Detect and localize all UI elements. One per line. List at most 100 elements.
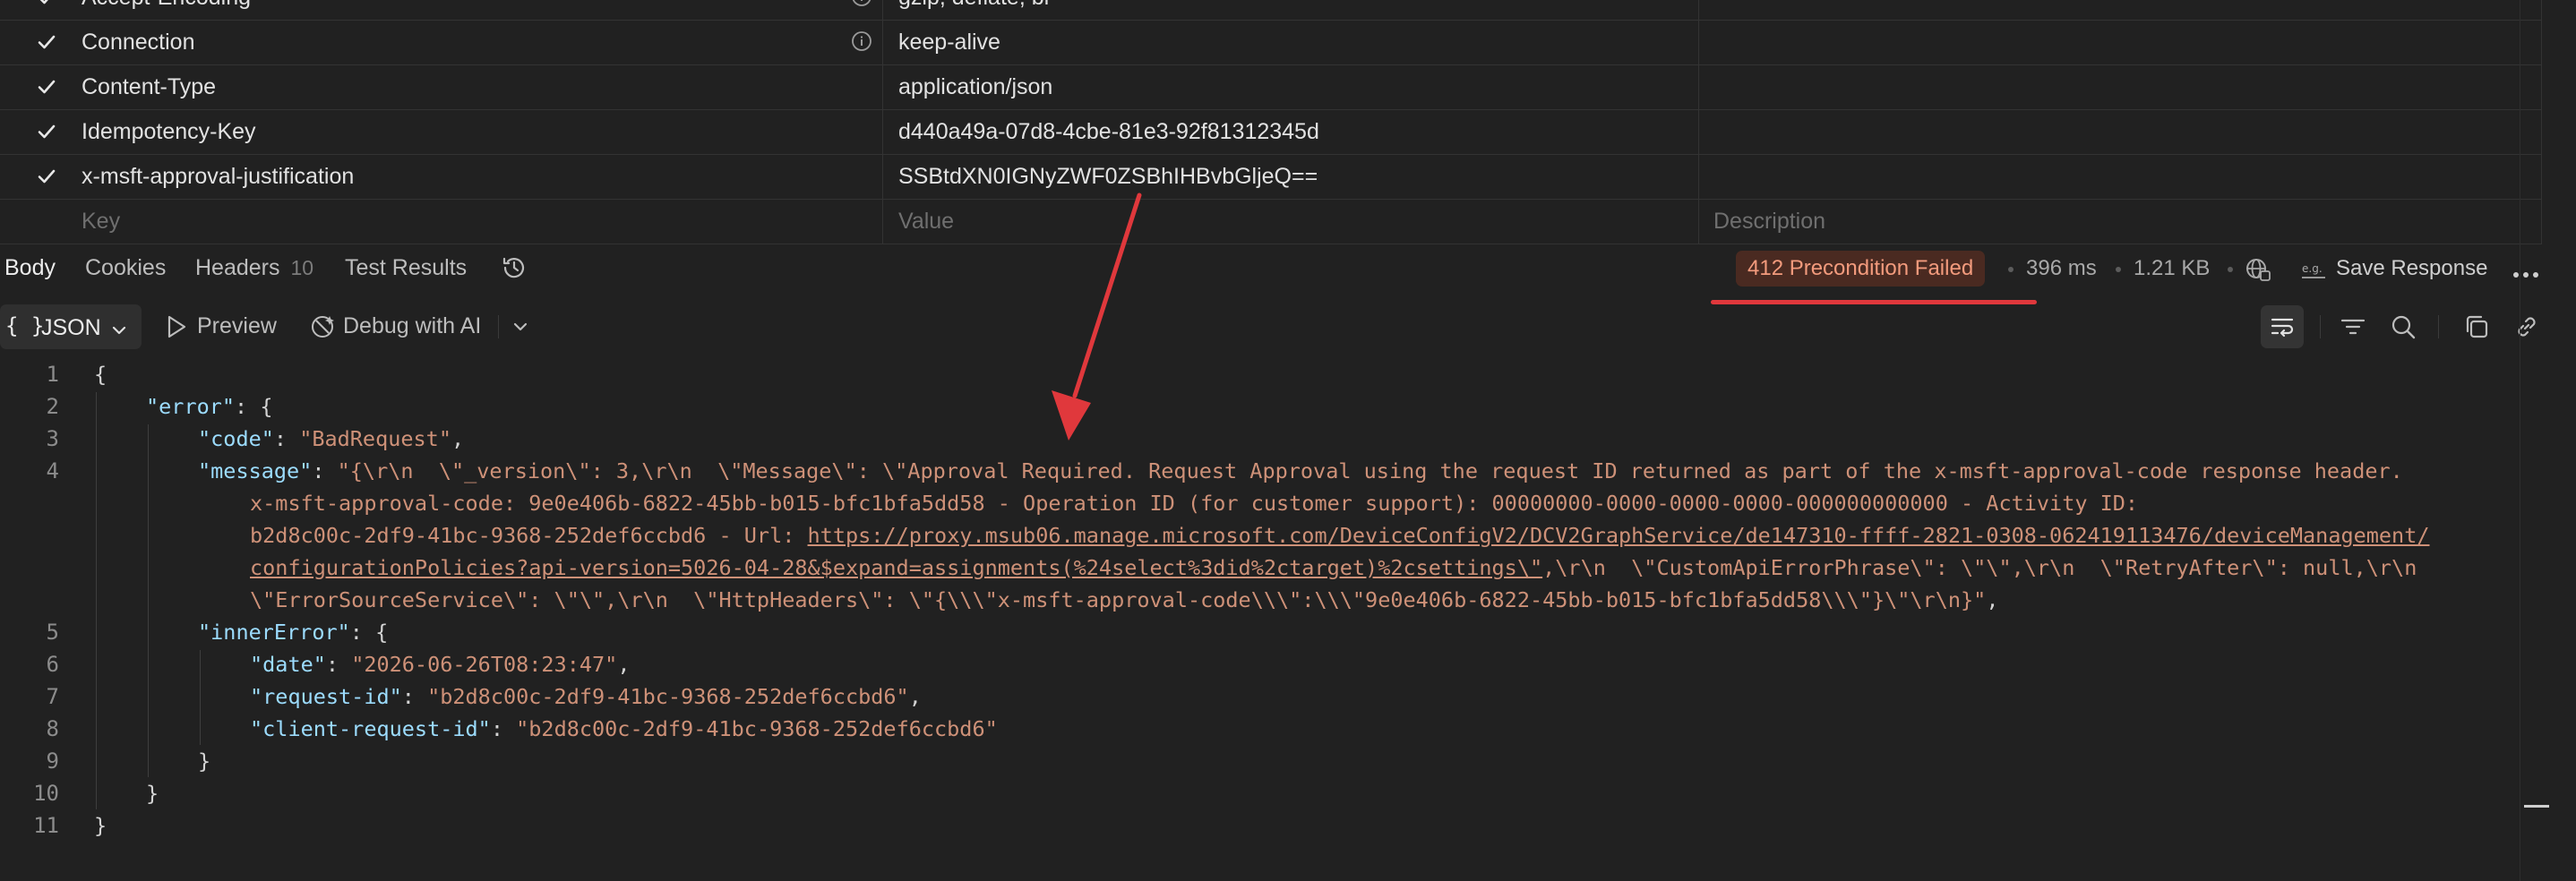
debug-with-ai-button[interactable]: Debug with AI	[343, 313, 481, 339]
tab-headers[interactable]: Headers 10	[195, 255, 313, 281]
json-punct: : {	[349, 620, 389, 645]
column-divider	[882, 0, 883, 244]
json-string: b2d8c00c-2df9-41bc-9368-252def6ccbd6 - U…	[250, 523, 808, 548]
example-icon[interactable]: e.g.	[2301, 260, 2326, 286]
network-globe-icon[interactable]	[2244, 255, 2272, 288]
value-placeholder[interactable]: Value	[898, 209, 954, 235]
code-line-wrapped: b2d8c00c-2df9-41bc-9368-252def6ccbd6 - U…	[250, 523, 2430, 548]
header-value[interactable]: gzip, deflate, br	[898, 0, 1052, 11]
code-line: "error": {	[146, 394, 273, 419]
info-icon[interactable]	[851, 30, 872, 52]
header-value[interactable]: keep-alive	[898, 30, 1000, 56]
checkbox-checked-icon[interactable]	[36, 31, 61, 53]
url-link[interactable]: configurationPolicies?api-version=5026-0…	[250, 555, 1542, 580]
json-string: "b2d8c00c-2df9-41bc-9368-252def6ccbd6"	[516, 716, 998, 741]
code-line-wrapped: \"ErrorSourceService\": \"\",\r\n \"Http…	[250, 587, 1998, 612]
json-punct: : {	[235, 394, 273, 419]
indent-guide	[148, 424, 149, 777]
json-string: "{\r\n \"_version\": 3,\r\n \"Message\":…	[337, 458, 2403, 483]
line-number: 10	[33, 781, 59, 806]
info-icon[interactable]	[851, 0, 872, 7]
checkbox-checked-icon[interactable]	[36, 121, 61, 142]
search-icon[interactable]	[2390, 313, 2417, 345]
response-time[interactable]: 396 ms	[2026, 256, 2097, 281]
chevron-down-icon[interactable]	[512, 319, 528, 339]
debug-ai-icon	[308, 312, 337, 346]
preview-button[interactable]: Preview	[197, 313, 277, 339]
json-key: "code"	[198, 426, 274, 451]
code-line: "date": "2026-06-26T08:23:47",	[250, 652, 630, 677]
json-key: "innerError"	[198, 620, 350, 645]
indent-guide	[200, 650, 201, 745]
tab-body[interactable]: Body	[4, 255, 56, 281]
checkbox-checked-icon[interactable]	[36, 76, 61, 98]
header-key[interactable]: Content-Type	[82, 74, 216, 100]
header-key[interactable]: Accept-Encoding	[82, 0, 251, 11]
json-key: "message"	[198, 458, 313, 483]
checkbox-checked-icon[interactable]	[36, 166, 61, 187]
tab-headers-label: Headers	[195, 255, 280, 280]
header-row[interactable]: Connection keep-alive	[0, 20, 2542, 65]
header-row[interactable]: Accept-Encoding gzip, deflate, br	[0, 0, 2542, 21]
json-punct: :	[401, 684, 428, 709]
json-punct: :	[273, 426, 300, 451]
more-options-icon[interactable]	[2512, 267, 2539, 283]
code-line-wrapped: x-msft-approval-code: 9e0e406b-6822-45bb…	[250, 491, 2138, 516]
line-number: 1	[46, 362, 59, 387]
code-line: "message": "{\r\n \"_version\": 3,\r\n \…	[198, 458, 2403, 483]
json-key: "error"	[146, 394, 236, 419]
tab-test-results[interactable]: Test Results	[345, 255, 467, 281]
filter-icon[interactable]	[2340, 313, 2366, 345]
separator-dot	[2228, 267, 2233, 272]
header-value[interactable]: SSBtdXN0IGNyZWF0ZSBhIHBvbGljeQ==	[898, 164, 1318, 190]
separator-dot	[2008, 267, 2014, 272]
header-row[interactable]: x-msft-approval-justification SSBtdXN0IG…	[0, 154, 2542, 200]
toolbar-divider	[498, 315, 499, 338]
json-key: "client-request-id"	[250, 716, 491, 741]
code-line: "code": "BadRequest",	[198, 426, 464, 451]
header-row-new[interactable]: Key Value Description	[0, 199, 2542, 244]
response-size[interactable]: 1.21 KB	[2134, 256, 2210, 281]
indent-guide	[96, 392, 97, 809]
headers-count: 10	[290, 256, 314, 279]
json-string: "2026-06-26T08:23:47"	[351, 652, 618, 677]
save-response-button[interactable]: Save Response	[2336, 256, 2487, 281]
word-wrap-button[interactable]	[2261, 305, 2304, 348]
code-line: {	[94, 362, 107, 387]
url-link[interactable]: https://proxy.msub06.manage.microsoft.co…	[808, 523, 2430, 548]
play-icon	[165, 313, 188, 345]
column-divider	[2541, 0, 2542, 244]
brace: }	[94, 813, 107, 838]
json-punct: ,	[1986, 587, 1999, 612]
line-number: 9	[46, 748, 59, 774]
link-icon[interactable]	[2513, 313, 2540, 345]
json-punct: ,	[451, 426, 465, 451]
key-placeholder[interactable]: Key	[82, 209, 120, 235]
header-key[interactable]: Connection	[82, 30, 194, 56]
checkbox-checked-icon[interactable]	[36, 0, 61, 8]
header-row[interactable]: Idempotency-Key d440a49a-07d8-4cbe-81e3-…	[0, 109, 2542, 155]
header-value[interactable]: d440a49a-07d8-4cbe-81e3-92f81312345d	[898, 119, 1319, 145]
copy-icon[interactable]	[2463, 313, 2490, 345]
header-row[interactable]: Content-Type application/json	[0, 64, 2542, 110]
format-dropdown[interactable]: { } JSON	[0, 304, 142, 349]
header-value[interactable]: application/json	[898, 74, 1052, 100]
header-key[interactable]: x-msft-approval-justification	[82, 164, 354, 190]
json-string: ,\r\n \"CustomApiErrorPhrase\": \"\",\r\…	[1542, 555, 2417, 580]
svg-text:e.g.: e.g.	[2302, 262, 2323, 275]
brace: {	[94, 362, 107, 387]
description-placeholder[interactable]: Description	[1713, 209, 1825, 235]
json-string: \"ErrorSourceService\": \"\",\r\n \"Http…	[250, 587, 1987, 612]
history-icon[interactable]	[500, 253, 528, 287]
separator-dot	[2116, 267, 2121, 272]
tab-cookies[interactable]: Cookies	[85, 255, 166, 281]
status-badge[interactable]: 412 Precondition Failed	[1736, 251, 1986, 287]
line-number: 3	[46, 426, 59, 451]
json-punct: ,	[617, 652, 631, 677]
code-line: }	[146, 781, 159, 806]
json-key: "request-id"	[250, 684, 402, 709]
scroll-position-marker[interactable]	[2524, 805, 2549, 808]
line-number: 5	[46, 620, 59, 645]
header-key[interactable]: Idempotency-Key	[82, 119, 256, 145]
line-number: 8	[46, 716, 59, 741]
